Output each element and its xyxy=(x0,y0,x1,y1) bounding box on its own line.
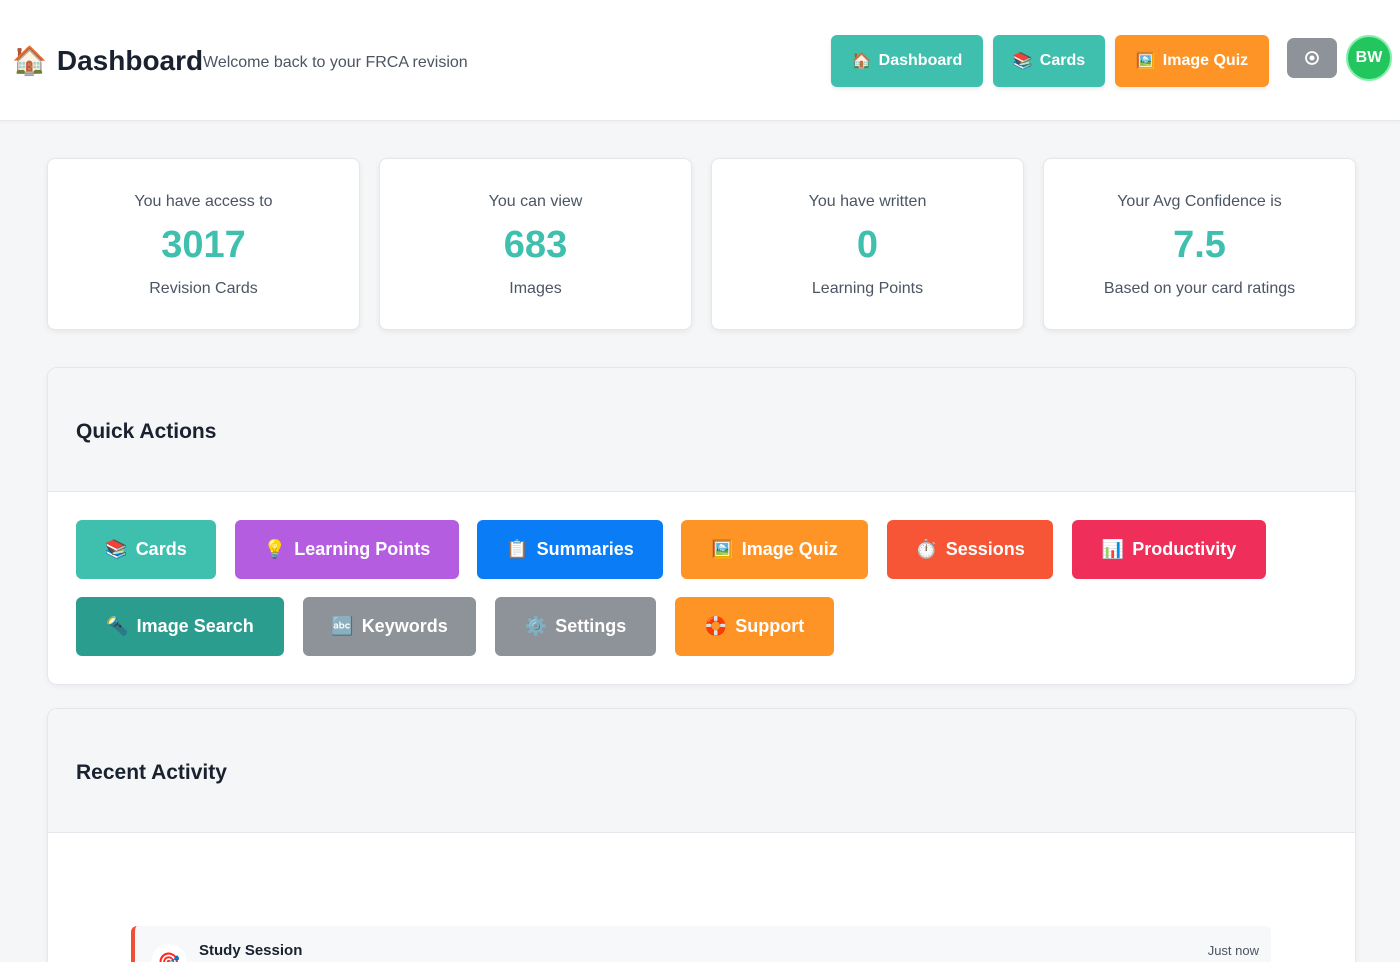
activity-timestamp: Just now xyxy=(1207,943,1259,958)
abc-icon: 🔤 xyxy=(331,616,354,636)
activity-title: Study Session xyxy=(199,942,303,959)
page-title: Dashboard xyxy=(56,45,204,76)
stat-card-confidence: Your Avg Confidence is 7.5 Based on your… xyxy=(1043,158,1356,330)
top-header: 🏠 Dashboard Welcome back to your FRCA re… xyxy=(0,0,1400,121)
recent-activity-header: Recent Activity xyxy=(48,709,1355,833)
stat-caption: Based on your card ratings xyxy=(1103,280,1296,297)
stat-caption: Images xyxy=(509,280,562,297)
stat-label: You have written xyxy=(808,193,927,210)
flashlight-icon: 🔦 xyxy=(106,616,129,636)
house-icon: 🏠 xyxy=(851,53,872,70)
stopwatch-icon: ⏱️ xyxy=(915,539,938,559)
page-subtitle: Welcome back to your FRCA revision xyxy=(203,54,468,71)
bar-chart-icon: 📊 xyxy=(1101,539,1125,559)
qa-summaries-button[interactable]: 📋 Summaries xyxy=(477,520,663,579)
stat-value: 3017 xyxy=(161,224,246,266)
nav-image-quiz-button[interactable]: 🖼️ Image Quiz xyxy=(1115,35,1269,87)
lightbulb-icon: 💡 xyxy=(263,539,287,559)
qa-support-button[interactable]: 🛟 Support xyxy=(675,597,834,656)
qa-cards-label: Cards xyxy=(135,539,187,559)
stat-label: You can view xyxy=(488,193,583,210)
picture-icon: 🖼️ xyxy=(711,539,734,559)
nav-cards-label: Cards xyxy=(1039,52,1086,69)
gear-icon: ⚙️ xyxy=(524,616,548,636)
books-icon: 📚 xyxy=(105,539,128,559)
house-icon: 🏠 xyxy=(12,45,47,76)
qa-productivity-label: Productivity xyxy=(1132,539,1237,559)
picture-icon: 🖼️ xyxy=(1135,53,1156,70)
theme-toggle-button[interactable] xyxy=(1287,38,1337,78)
stat-value: 7.5 xyxy=(1173,224,1226,266)
qa-summaries-label: Summaries xyxy=(536,539,634,559)
brand: 🏠 Dashboard xyxy=(12,44,203,78)
qa-sessions-label: Sessions xyxy=(945,539,1025,559)
activity-item[interactable]: 🎯 Study Session Just now xyxy=(131,926,1271,962)
qa-productivity-button[interactable]: 📊 Productivity xyxy=(1072,520,1266,579)
stat-caption: Revision Cards xyxy=(149,280,258,297)
clipboard-icon: 📋 xyxy=(506,539,529,559)
qa-support-label: Support xyxy=(735,616,805,636)
nav-image-quiz-label: Image Quiz xyxy=(1162,52,1249,69)
recent-activity-title: Recent Activity xyxy=(76,761,227,784)
stat-card-learning-points: You have written 0 Learning Points xyxy=(711,158,1024,330)
stat-card-revision-cards: You have access to 3017 Revision Cards xyxy=(47,158,360,330)
books-icon: 📚 xyxy=(1012,53,1033,70)
contrast-icon xyxy=(1305,51,1319,65)
target-icon: 🎯 xyxy=(151,944,187,962)
qa-image-quiz-button[interactable]: 🖼️ Image Quiz xyxy=(681,520,868,579)
qa-settings-label: Settings xyxy=(555,616,627,636)
quick-actions-section: Quick Actions 📚 Cards 💡 Learning Points … xyxy=(47,367,1356,685)
stat-value: 683 xyxy=(503,224,568,266)
qa-keywords-label: Keywords xyxy=(361,616,448,636)
qa-image-quiz-label: Image Quiz xyxy=(741,539,838,559)
nav-dashboard-label: Dashboard xyxy=(878,52,963,69)
stat-card-images: You can view 683 Images xyxy=(379,158,692,330)
nav-cards-button[interactable]: 📚 Cards xyxy=(993,35,1105,87)
lifebuoy-icon: 🛟 xyxy=(704,616,728,636)
nav-dashboard-button[interactable]: 🏠 Dashboard xyxy=(831,35,983,87)
quick-actions-header: Quick Actions xyxy=(48,368,1355,492)
stat-caption: Learning Points xyxy=(811,280,924,297)
quick-actions-title: Quick Actions xyxy=(76,420,217,443)
stat-label: You have access to xyxy=(134,193,273,210)
stat-value: 0 xyxy=(856,224,879,266)
user-avatar[interactable]: BW xyxy=(1346,35,1392,81)
qa-keywords-button[interactable]: 🔤 Keywords xyxy=(303,597,476,656)
qa-image-search-button[interactable]: 🔦 Image Search xyxy=(76,597,284,656)
qa-sessions-button[interactable]: ⏱️ Sessions xyxy=(887,520,1053,579)
qa-cards-button[interactable]: 📚 Cards xyxy=(76,520,216,579)
qa-image-search-label: Image Search xyxy=(136,616,254,636)
qa-settings-button[interactable]: ⚙️ Settings xyxy=(495,597,656,656)
stat-label: Your Avg Confidence is xyxy=(1117,193,1282,210)
qa-learning-points-label: Learning Points xyxy=(294,539,431,559)
recent-activity-section: Recent Activity 🎯 Study Session Just now xyxy=(47,708,1356,962)
qa-learning-points-button[interactable]: 💡 Learning Points xyxy=(235,520,459,579)
